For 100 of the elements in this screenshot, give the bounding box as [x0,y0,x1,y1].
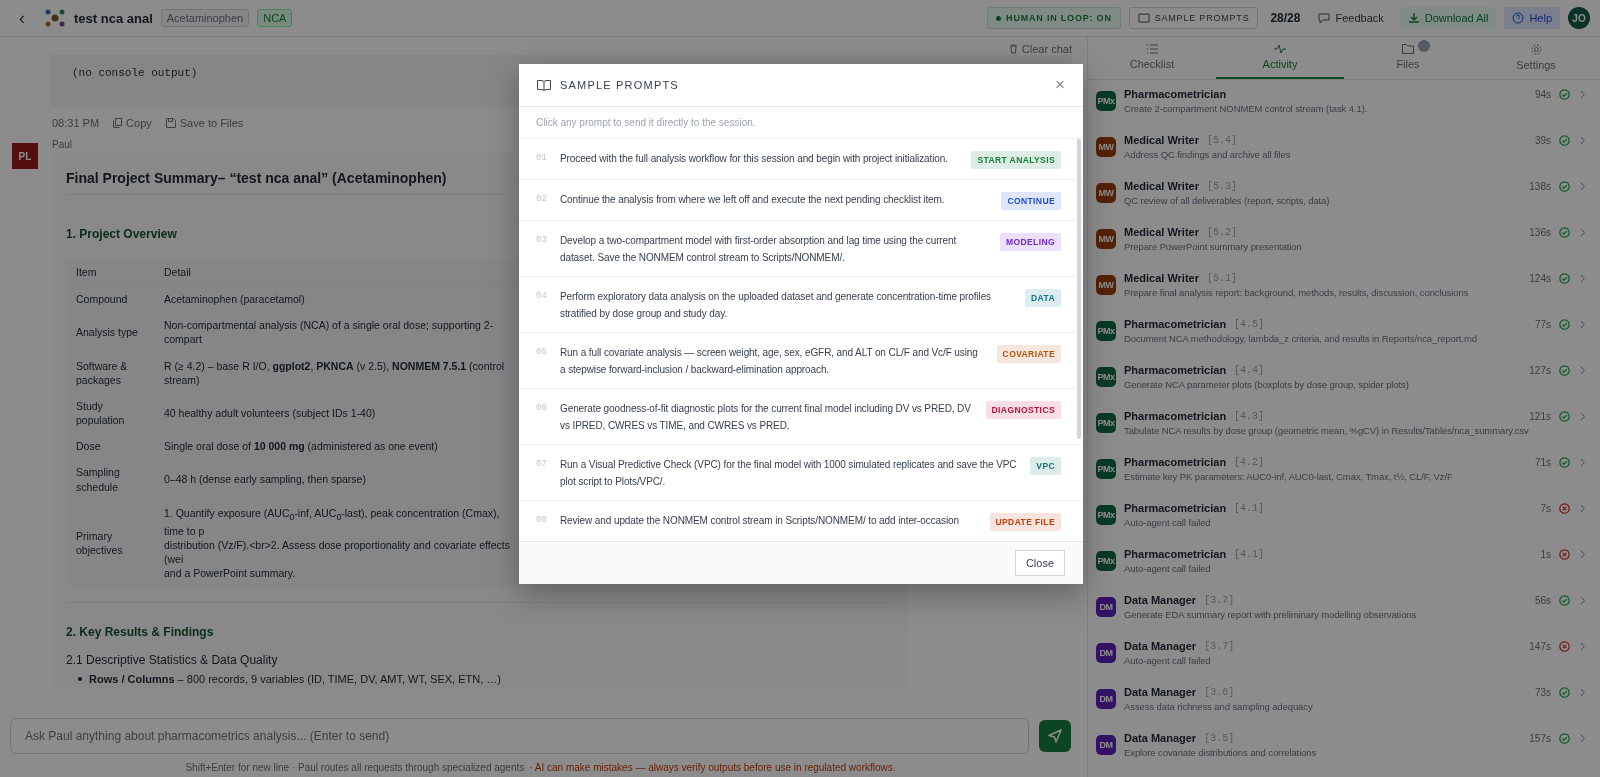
duration: 94s [1534,88,1551,100]
chevron-right-icon[interactable] [1580,411,1586,421]
back-button[interactable]: ‹ [14,7,30,29]
chevron-right-icon[interactable] [1580,227,1586,237]
agent-name: Pharmacometrician [1124,456,1227,468]
chevron-right-icon[interactable] [1580,687,1586,697]
prompt-text: Run a full covariate analysis — screen weight, age, sex, eGFR, and ALT on CL/F and Vc/F using a stepwise forward-inclusion / backward-elimination approach. [560,346,979,377]
table-cell: R (≥ 4.2) – base R I/O, ggplot2, PKNCA (v 2.5), NONMEM 7.5.1 (control stream) [154,352,521,393]
chevron-right-icon[interactable] [1580,135,1586,145]
table-cell: Single oral dose of 10 000 mg (administered as one event) [154,433,521,460]
panel-tab[interactable]: Settings [1472,37,1600,79]
agent-avatar: PMx [1096,367,1116,387]
chevron-right-icon[interactable] [1580,549,1586,559]
chevron-right-icon[interactable] [1580,181,1586,191]
download-all-button[interactable]: Download All [1399,7,1497,29]
duration: 71s [1534,456,1551,468]
panel-tab[interactable]: Files [1344,37,1472,79]
agent-avatar: DM [1096,735,1116,755]
chevron-right-icon[interactable] [1580,641,1586,651]
activity-description: Document NCA methodology, lambda_z criteria, and results in Reports/nca_report.md [1124,333,1478,344]
feedback-button[interactable]: Feedback [1310,7,1392,29]
ai-warning: · AI can make mistakes — always verify outputs before use in regulated workflows. [529,762,896,773]
agent-avatar: DM [1096,597,1116,617]
agent-name: Data Manager [1124,640,1197,652]
duration: 1s [1540,548,1551,560]
agent-avatar: DM [1096,643,1116,663]
agent-name: Pharmacometrician [1124,318,1227,330]
chevron-right-icon[interactable] [1580,89,1586,99]
molecule-logo-icon [44,7,66,29]
dialog-title: SAMPLE PROMPTS [560,79,680,91]
prompt-number: 01 [536,153,548,163]
panel-tab[interactable]: Checklist [1088,37,1216,79]
prompt-number: 07 [536,459,548,469]
send-button[interactable] [1039,720,1071,752]
subsection-heading: 2.1 Descriptive Statistics & Data Quality [66,653,278,668]
save-to-files-button[interactable]: Save to Files [165,117,244,129]
project-tag: Acetaminophen [160,9,250,27]
duration: 124s [1529,272,1551,284]
prompt-text: Continue the analysis from where we left off and execute the next pending checklist item. [560,193,946,207]
section-heading: 1. Project Overview [66,227,177,241]
folder-icon [1402,44,1414,54]
table-cell: Analysis type [66,312,154,353]
agent-name: Data Manager [1124,594,1197,606]
activity-description: Auto-agent call failed [1124,517,1212,528]
chevron-right-icon[interactable] [1580,365,1586,375]
activity-description: QC review of all deliverables (report, scripts, data) [1124,195,1331,206]
prompt-category-tag: MODELING [1000,233,1061,251]
dialog-subtitle: Click any prompt to send it directly to the session. [519,107,1083,139]
chevron-right-icon[interactable] [1580,595,1586,605]
user-avatar[interactable]: JO [1568,7,1590,29]
activity-description: Auto-agent call failed [1124,563,1212,574]
table-cell: Primary objectives [66,499,154,587]
scrollbar-thumb[interactable] [1077,139,1081,439]
activity-description: Explore covariate distributions and correlations [1124,747,1318,758]
save-icon [165,118,176,128]
prompt-text: Review and update the NONMEM control stream in Scripts/NONMEM/ to add inter-occasion [560,514,960,528]
duration: 7s [1540,502,1551,514]
chevron-right-icon[interactable] [1580,319,1586,329]
agent-name: Medical Writer [1124,180,1199,192]
clear-chat-button[interactable]: Clear chat [1008,43,1072,55]
list-icon [1146,44,1158,54]
agent-avatar: MW [1096,229,1116,249]
duration: 147s [1529,640,1551,652]
table-cell: Sampling schedule [66,459,154,500]
duration: 77s [1534,318,1551,330]
prompt-category-tag: VPC [1030,457,1061,475]
activity-description: Auto-agent call failed [1124,655,1212,666]
duration: 121s [1529,410,1551,422]
activity-description: Prepare final analysis report: background, methods, results, discussion, conclusions [1124,287,1470,298]
chevron-right-icon[interactable] [1580,457,1586,467]
agent-avatar: DM [1096,689,1116,709]
chevron-right-icon[interactable] [1580,503,1586,513]
help-button[interactable]: Help [1504,7,1560,29]
panel-tab[interactable]: Activity [1216,37,1344,79]
table-cell: Dose [66,433,154,460]
activity-description: Generate EDA summary report with preliminary modelling observations [1124,609,1418,620]
agent-avatar: PMx [1096,91,1116,111]
prompt-item[interactable]: 07 Run a Visual Predictive Check (VPC) for the final model with 1000 simulated replicates and save the VPC plot script to Plots/VPC/. VPC [519,445,1083,501]
prompt-item[interactable]: 01 Proceed with the full analysis workflow for this session and begin with project initialization. START ANALYSIS [519,139,1083,180]
task-counter: 28/28 [1270,11,1301,25]
agent-name: Pharmacometrician [1124,548,1227,560]
prompt-text: Generate goodness-of-fit diagnostic plots for the current final model including DV vs PRED, DV vs IPRED, CWRES vs TIME, and CWRES vs PRED. [560,402,972,433]
close-button[interactable]: × [1055,75,1065,95]
duration: 39s [1534,134,1551,146]
close-dialog-button[interactable]: Close [1014,550,1065,576]
agent-avatar: MW [1096,137,1116,157]
human-in-loop-toggle[interactable]: HUMAN IN LOOP: ON [987,7,1121,29]
copy-button[interactable]: Copy [113,117,152,129]
chevron-right-icon[interactable] [1580,273,1586,283]
chevron-right-icon[interactable] [1580,733,1586,743]
agent-name: Medical Writer [1124,134,1199,146]
table-cell: Acetaminophen (paracetamol) [154,285,521,313]
duration: 136s [1529,226,1551,238]
duration: 73s [1534,686,1551,698]
chat-input-field[interactable]: Ask Paul anything about pharmacometrics analysis... (Enter to send) [10,718,1029,754]
prompt-text: Develop a two-compartment model with first-order absorption and lag time using the current dataset. Save the NONMEM control stream to Scripts/NONMEM/. [560,234,958,265]
prompt-category-tag: UPDATE FILE [989,513,1061,531]
sample-prompts-button[interactable]: SAMPLE PROMPTS [1128,7,1259,29]
book-icon [537,79,551,91]
agent-name: Pharmacometrician [1124,88,1227,100]
